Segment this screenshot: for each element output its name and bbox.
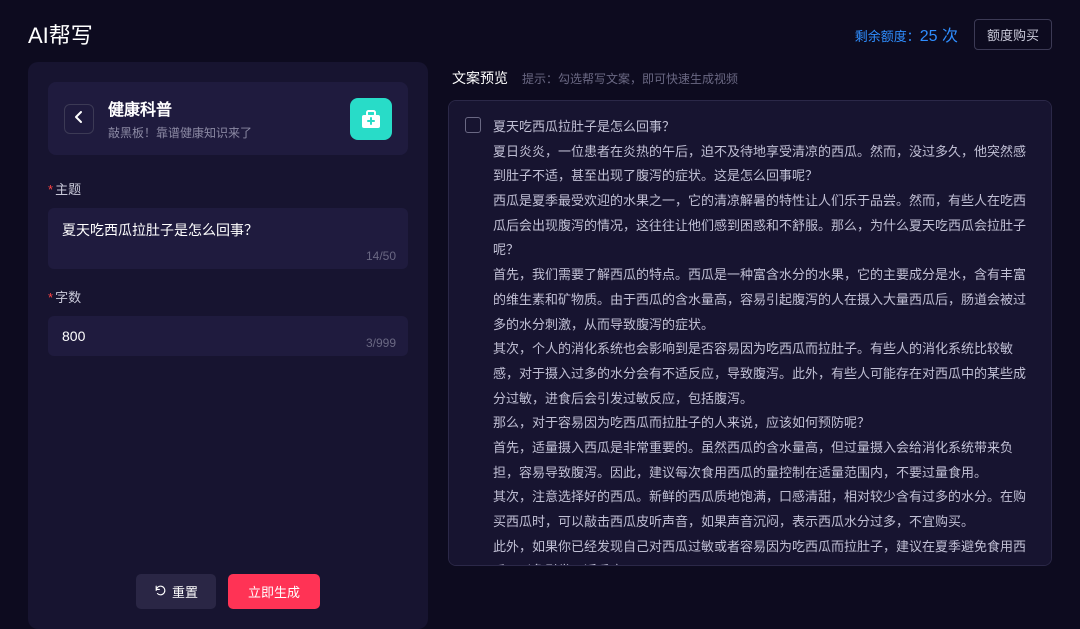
category-title: 健康科普 <box>108 96 336 120</box>
preview-panel: 文案预览 提示：勾选帮写文案，即可快速生成视频 夏天吃西瓜拉肚子是怎么回事？ 夏… <box>448 62 1052 629</box>
topic-input[interactable]: 夏天吃西瓜拉肚子是怎么回事？ <box>48 208 408 264</box>
topic-label: *主题 <box>48 179 408 198</box>
quota-value: 25 次 <box>920 28 958 45</box>
back-button[interactable] <box>64 104 94 134</box>
reset-button[interactable]: 重置 <box>136 574 216 609</box>
length-input[interactable] <box>48 316 408 356</box>
buy-quota-button[interactable]: 额度购买 <box>974 19 1052 50</box>
category-card: 健康科普 敲黑板！靠谱健康知识来了 <box>48 82 408 155</box>
quota-info: 剩余额度：25 次 <box>855 22 958 46</box>
category-subtitle: 敲黑板！靠谱健康知识来了 <box>108 124 336 141</box>
app-title: AI帮写 <box>28 18 93 50</box>
preview-content: 夏天吃西瓜拉肚子是怎么回事？ 夏日炎炎，一位患者在炎热的午后，迫不及待地享受清凉… <box>493 115 1035 551</box>
refresh-icon <box>154 584 167 600</box>
generate-button[interactable]: 立即生成 <box>228 574 320 609</box>
medical-kit-icon <box>350 98 392 140</box>
length-char-count: 3/999 <box>366 336 396 350</box>
chevron-left-icon <box>74 110 84 127</box>
quota-label: 剩余额度： <box>855 29 920 44</box>
preview-hint: 提示：勾选帮写文案，即可快速生成视频 <box>522 70 738 87</box>
preview-select-checkbox[interactable] <box>465 117 481 133</box>
length-label: *字数 <box>48 287 408 306</box>
config-panel: 健康科普 敲黑板！靠谱健康知识来了 *主题 夏天吃西瓜拉肚子是怎么回事？ 14/… <box>28 62 428 629</box>
preview-title: 文案预览 <box>452 68 508 88</box>
topic-char-count: 14/50 <box>366 249 396 263</box>
